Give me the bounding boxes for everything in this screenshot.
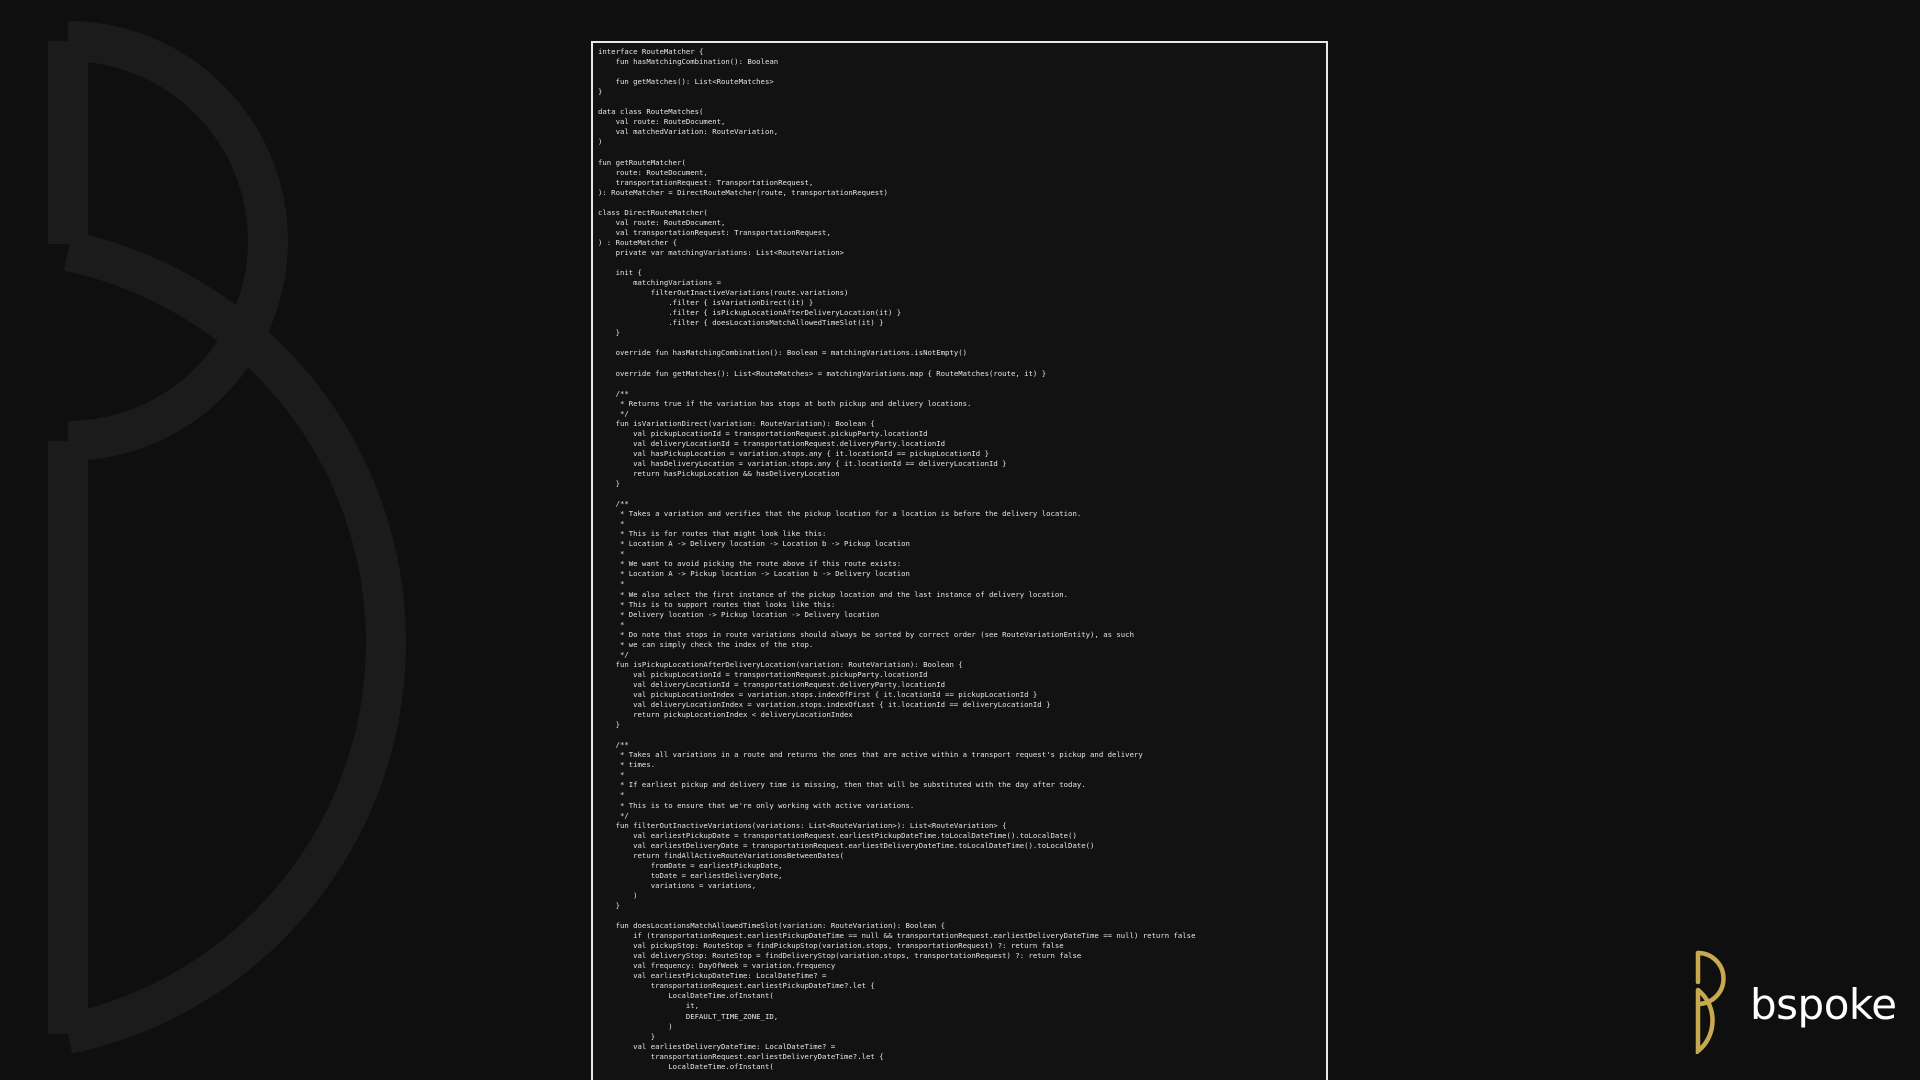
background-brand-mark <box>48 21 406 1054</box>
bspoke-logo: bspoke <box>1693 950 1897 1054</box>
code-editor-panel[interactable]: interface RouteMatcher { fun hasMatching… <box>591 41 1328 1080</box>
brand-name: bspoke <box>1750 980 1897 1029</box>
background-brand-mark-stroke <box>48 21 406 1054</box>
code-content[interactable]: interface RouteMatcher { fun hasMatching… <box>593 43 1326 1072</box>
bspoke-logo-mark-icon <box>1695 950 1726 1054</box>
